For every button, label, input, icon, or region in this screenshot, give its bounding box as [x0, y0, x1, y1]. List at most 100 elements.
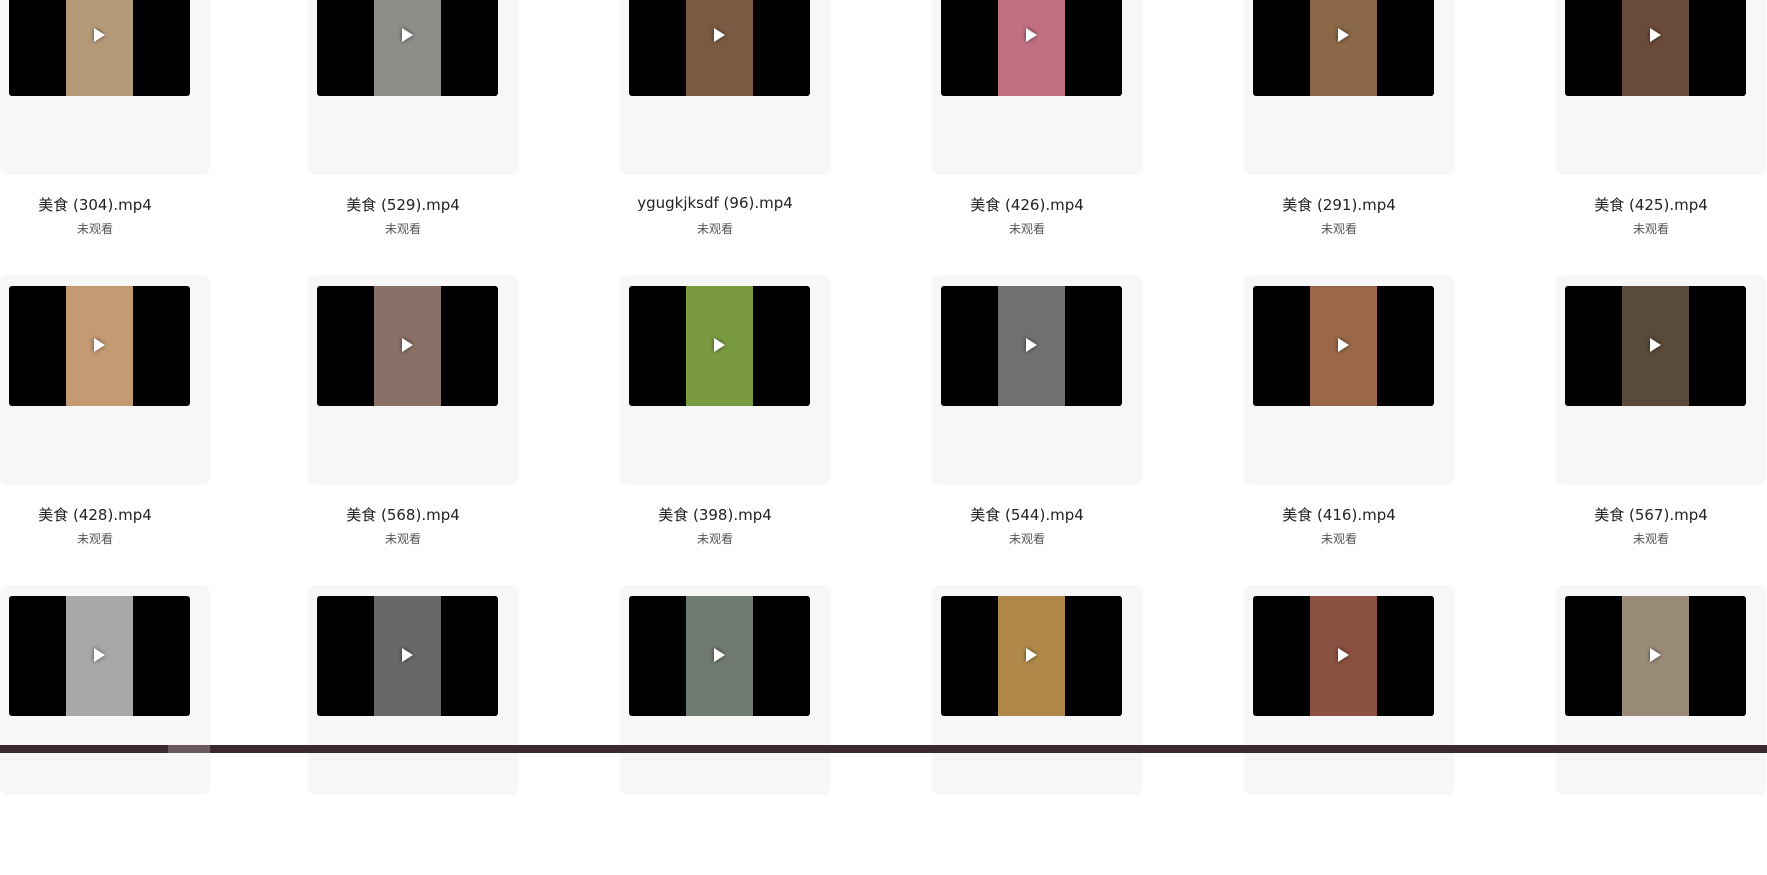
video-item[interactable]: 美食 (428).mp4 未观看 — [0, 275, 210, 565]
video-frame-preview — [998, 0, 1065, 96]
video-frame-preview — [66, 0, 133, 96]
watch-status: 未观看 — [696, 222, 733, 236]
video-card[interactable] — [0, 275, 210, 485]
video-card[interactable] — [1556, 275, 1766, 485]
video-card[interactable] — [932, 275, 1142, 485]
video-filename[interactable]: 美食 (304).mp4 — [0, 194, 190, 215]
video-thumbnail[interactable] — [1253, 0, 1434, 96]
play-icon[interactable] — [1026, 28, 1037, 42]
video-thumbnail[interactable] — [629, 0, 810, 96]
video-thumbnail[interactable] — [9, 286, 190, 406]
play-icon[interactable] — [402, 338, 413, 352]
play-icon[interactable] — [1338, 28, 1349, 42]
video-item[interactable]: 美食 (425).mp4 未观看 — [1556, 0, 1766, 255]
video-filename[interactable]: 美食 (568).mp4 — [308, 504, 498, 525]
video-thumbnail[interactable] — [1565, 0, 1746, 96]
video-card[interactable] — [932, 0, 1142, 175]
play-icon[interactable] — [94, 338, 105, 352]
video-card[interactable] — [620, 585, 830, 795]
play-icon[interactable] — [1650, 338, 1661, 352]
watch-status: 未观看 — [696, 532, 733, 546]
play-icon[interactable] — [714, 28, 725, 42]
video-filename[interactable]: 美食 (398).mp4 — [620, 504, 810, 525]
video-card[interactable] — [308, 585, 518, 795]
video-filename[interactable]: 美食 (426).mp4 — [932, 194, 1122, 215]
watch-status: 未观看 — [384, 532, 421, 546]
video-frame-preview — [374, 0, 441, 96]
video-thumbnail[interactable] — [941, 286, 1122, 406]
watch-status: 未观看 — [76, 222, 113, 236]
video-item[interactable] — [1244, 585, 1454, 875]
video-card[interactable] — [932, 585, 1142, 795]
video-card[interactable] — [620, 0, 830, 175]
watch-status: 未观看 — [1632, 532, 1669, 546]
video-thumbnail[interactable] — [9, 596, 190, 716]
video-thumbnail[interactable] — [1565, 596, 1746, 716]
video-item[interactable] — [1556, 585, 1766, 875]
video-thumbnail[interactable] — [317, 0, 498, 96]
video-item[interactable]: 美食 (567).mp4 未观看 — [1556, 275, 1766, 565]
video-card[interactable] — [308, 275, 518, 485]
video-item[interactable]: 美食 (568).mp4 未观看 — [308, 275, 518, 565]
video-card[interactable] — [0, 585, 210, 795]
video-filename[interactable]: 美食 (291).mp4 — [1244, 194, 1434, 215]
video-card[interactable] — [1244, 0, 1454, 175]
video-item[interactable] — [0, 585, 210, 875]
video-card[interactable] — [308, 0, 518, 175]
video-card[interactable] — [1244, 585, 1454, 795]
watch-status: 未观看 — [76, 532, 113, 546]
play-icon[interactable] — [402, 648, 413, 662]
play-icon[interactable] — [1026, 338, 1037, 352]
video-thumbnail[interactable] — [1565, 286, 1746, 406]
play-icon[interactable] — [402, 28, 413, 42]
watch-status: 未观看 — [1320, 532, 1357, 546]
video-item[interactable]: 美食 (416).mp4 未观看 — [1244, 275, 1454, 565]
video-filename[interactable]: 美食 (544).mp4 — [932, 504, 1122, 525]
play-icon[interactable] — [714, 338, 725, 352]
video-thumbnail[interactable] — [629, 596, 810, 716]
watch-status: 未观看 — [1632, 222, 1669, 236]
video-item[interactable]: 美食 (398).mp4 未观看 — [620, 275, 830, 565]
video-thumbnail[interactable] — [941, 0, 1122, 96]
video-card[interactable] — [1244, 275, 1454, 485]
video-card[interactable] — [1556, 585, 1766, 795]
video-thumbnail[interactable] — [317, 596, 498, 716]
video-item[interactable]: 美食 (529).mp4 未观看 — [308, 0, 518, 255]
video-item[interactable] — [620, 585, 830, 875]
video-item[interactable] — [932, 585, 1142, 875]
video-grid: 美食 (304).mp4 未观看 美食 (529).mp4 未观看 ygugkjksdf… — [0, 0, 1767, 795]
scrollbar-thumb[interactable] — [168, 745, 210, 753]
watch-status: 未观看 — [1008, 222, 1045, 236]
video-thumbnail[interactable] — [941, 596, 1122, 716]
video-thumbnail[interactable] — [1253, 286, 1434, 406]
play-icon[interactable] — [1338, 338, 1349, 352]
video-filename[interactable]: 美食 (529).mp4 — [308, 194, 498, 215]
video-filename[interactable]: 美食 (425).mp4 — [1556, 194, 1746, 215]
play-icon[interactable] — [94, 648, 105, 662]
video-item[interactable]: 美食 (426).mp4 未观看 — [932, 0, 1142, 255]
play-icon[interactable] — [94, 28, 105, 42]
play-icon[interactable] — [1026, 648, 1037, 662]
video-item[interactable] — [308, 585, 518, 875]
video-item[interactable]: 美食 (544).mp4 未观看 — [932, 275, 1142, 565]
video-thumbnail[interactable] — [9, 0, 190, 96]
play-icon[interactable] — [1338, 648, 1349, 662]
video-thumbnail[interactable] — [317, 286, 498, 406]
play-icon[interactable] — [1650, 28, 1661, 42]
video-card[interactable] — [1556, 0, 1766, 175]
play-icon[interactable] — [1650, 648, 1661, 662]
video-item[interactable]: 美食 (291).mp4 未观看 — [1244, 0, 1454, 255]
video-card[interactable] — [620, 275, 830, 485]
horizontal-scrollbar[interactable] — [0, 745, 1767, 753]
video-thumbnail[interactable] — [629, 286, 810, 406]
video-item[interactable]: 美食 (304).mp4 未观看 — [0, 0, 210, 255]
video-filename[interactable]: 美食 (416).mp4 — [1244, 504, 1434, 525]
video-filename[interactable]: 美食 (567).mp4 — [1556, 504, 1746, 525]
video-filename[interactable]: ygugkjksdf (96).mp4 — [620, 194, 810, 212]
play-icon[interactable] — [714, 648, 725, 662]
watch-status: 未观看 — [384, 222, 421, 236]
video-thumbnail[interactable] — [1253, 596, 1434, 716]
video-filename[interactable]: 美食 (428).mp4 — [0, 504, 190, 525]
video-item[interactable]: ygugkjksdf (96).mp4 未观看 — [620, 0, 830, 255]
video-card[interactable] — [0, 0, 210, 175]
